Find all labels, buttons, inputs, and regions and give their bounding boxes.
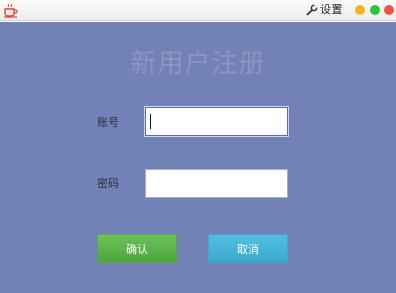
wrench-icon — [306, 4, 318, 16]
password-label: 密码 — [97, 177, 119, 190]
page-title: 新用户注册 — [130, 49, 266, 79]
title-bar: 设置 — [0, 0, 396, 21]
teacup-icon[interactable] — [3, 3, 19, 18]
close-button[interactable] — [384, 5, 394, 15]
registration-panel: 新用户注册 账号 密码 确认 取消 — [0, 22, 396, 293]
cancel-button[interactable]: 取消 — [208, 234, 288, 263]
account-label: 账号 — [97, 116, 119, 129]
password-input[interactable] — [145, 169, 288, 198]
settings-label: 设置 — [320, 3, 343, 16]
settings-button[interactable]: 设置 — [306, 1, 343, 19]
maximize-button[interactable] — [370, 5, 380, 15]
account-input[interactable] — [145, 107, 288, 136]
minimize-button[interactable] — [355, 5, 365, 15]
confirm-button[interactable]: 确认 — [97, 234, 177, 263]
text-caret — [150, 114, 151, 129]
